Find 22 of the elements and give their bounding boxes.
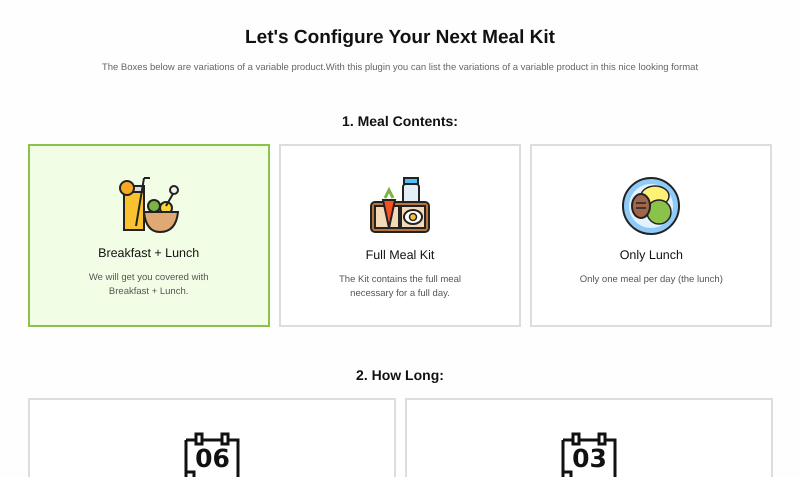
option-card[interactable]: Only Lunch Only one meal per day (the lunch) <box>530 144 772 327</box>
option-card[interactable]: 03 <box>404 398 772 477</box>
calendar-number: 03 <box>571 446 608 471</box>
option-card[interactable]: Full Meal Kit The Kit contains the full meal necessary for a full day. <box>278 144 522 327</box>
section-heading: 1. Meal Contents: <box>342 112 458 131</box>
option-card[interactable]: Breakfast + Lunch We will get you covered with Breakfast + Lunch. <box>28 144 270 327</box>
option-title: Breakfast + Lunch <box>98 244 200 262</box>
option-title: Full Meal Kit <box>366 246 434 264</box>
option-description: Only one meal per day (the lunch) <box>578 272 724 286</box>
calendar-icon <box>558 432 618 477</box>
page-subtitle: The Boxes below are variations of a variable product.With this plugin you can list the variations of a variable product in this nice looking format <box>102 60 698 74</box>
option-description: The Kit contains the full meal necessary for a full day. <box>338 272 462 300</box>
section-heading: 2. How Long: <box>356 366 444 385</box>
calendar-icon <box>182 432 242 477</box>
page-title: Let's Configure Your Next Meal Kit <box>245 26 555 50</box>
calendar-number: 06 <box>194 446 231 471</box>
option-title: Only Lunch <box>620 246 683 264</box>
option-card[interactable]: 06 <box>28 398 396 477</box>
option-description: We will get you covered with Breakfast + Lunch. <box>88 270 210 298</box>
lunchbox-with-bottle-icon <box>368 176 431 236</box>
plate-of-food-icon <box>621 176 682 236</box>
drink-and-salad-bowl-icon <box>118 176 180 234</box>
